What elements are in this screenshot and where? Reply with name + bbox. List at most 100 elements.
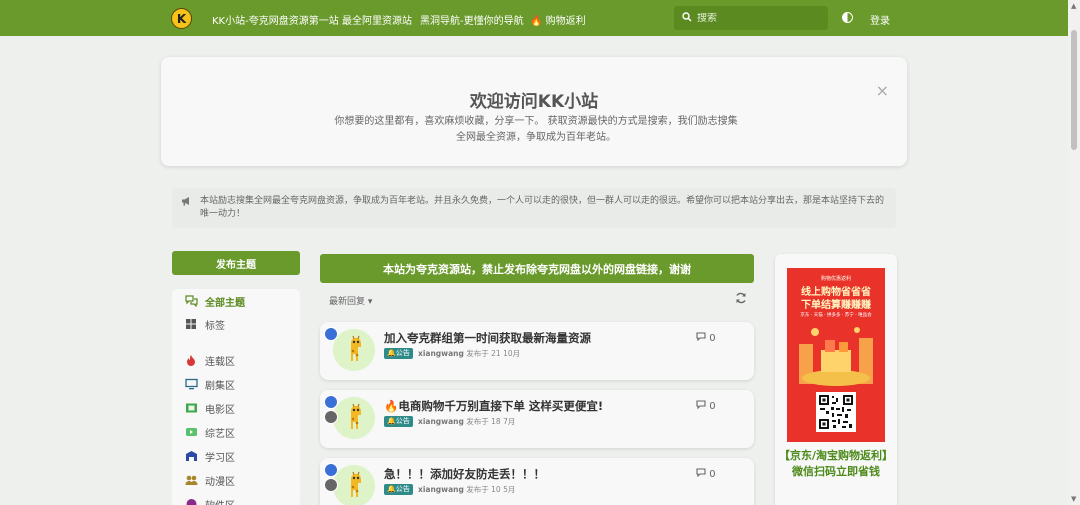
- reply-count-value: 0: [709, 401, 716, 412]
- bell-icon: 🔔: [387, 349, 396, 357]
- poster-platforms: 京东 · 天猫 · 拼多多 · 苏宁 · 唯品会: [800, 313, 872, 318]
- reply-count: 0: [696, 468, 716, 480]
- avatar[interactable]: [333, 465, 375, 505]
- app-icon: [185, 498, 199, 505]
- sort-dropdown[interactable]: 最新回复 ▾: [329, 294, 372, 307]
- theme-toggle-icon[interactable]: [842, 12, 853, 23]
- sidebar-item-tags[interactable]: 标签: [185, 317, 225, 332]
- nav-kk-site[interactable]: KK小站-夸克网盘资源第一站: [212, 12, 339, 27]
- sidebar-item-label: 剧集区: [205, 380, 235, 392]
- ad-caption[interactable]: 【京东/淘宝购物返利】 微信扫码立即省钱: [775, 448, 897, 480]
- scroll-up-icon[interactable]: ▲: [1071, 2, 1076, 10]
- reply-count-value: 0: [709, 469, 716, 480]
- fire-icon: 🔥: [384, 399, 399, 413]
- tag-label: 公告: [395, 417, 410, 425]
- school-icon: [185, 450, 199, 462]
- sidebar-item-study[interactable]: 学习区: [185, 449, 235, 464]
- announcement-text: 本站励志搜集全网最全夸克网盘资源，争取成为百年老站。并且永久免费，一个人可以走的…: [200, 196, 885, 219]
- bell-icon: 🔔: [387, 485, 396, 493]
- close-icon[interactable]: ×: [876, 81, 889, 100]
- topic-meta: xiangwang 发布于 18 7月: [418, 416, 515, 427]
- nav-shopping-rebate[interactable]: 🔥 购物返利: [530, 12, 586, 27]
- tag-label: 公告: [395, 485, 410, 493]
- nav-aliyun-site[interactable]: 最全阿里资源站: [342, 12, 412, 27]
- top-navbar: K KK小站-夸克网盘资源第一站 最全阿里资源站 黑洞导航-更懂你的导航 🔥 购…: [0, 0, 1080, 36]
- sidebar-item-all-topics[interactable]: 全部主题: [185, 294, 245, 309]
- topic-meta: xiangwang 发布于 21 10月: [418, 348, 520, 359]
- author-name[interactable]: xiangwang: [418, 349, 464, 358]
- poster-kicker: 购物优惠返利: [820, 276, 851, 282]
- nav-blackhole[interactable]: 黑洞导航-更懂你的导航: [420, 12, 524, 27]
- tv-icon: [185, 378, 199, 390]
- topic-title[interactable]: 🔥电商购物千万别直接下单 这样买更便宜!: [384, 398, 603, 414]
- welcome-card: 欢迎访问KK小站 你想要的这里都有，喜欢麻烦收藏，分享一下。 获取资源最快的方式…: [161, 57, 907, 166]
- bell-icon: 🔔: [387, 417, 396, 425]
- sidebar-item-series[interactable]: 剧集区: [185, 377, 235, 392]
- topic-card[interactable]: 🔥电商购物千万别直接下单 这样买更便宜! 🔔公告 xiangwang 发布于 1…: [320, 390, 754, 448]
- topic-card[interactable]: 急！！！添加好友防走丢！！！ 🔔公告 xiangwang 发布于 10 5月 0: [320, 458, 754, 505]
- topic-card[interactable]: 加入夸克群组第一时间获取最新海量资源 🔔公告 xiangwang 发布于 21 …: [320, 322, 754, 380]
- sidebar-item-movies[interactable]: 电影区: [185, 401, 235, 416]
- announcement-bar: 本站励志搜集全网最全夸克网盘资源，争取成为百年老站。并且永久免费，一个人可以走的…: [172, 188, 896, 228]
- comment-icon: [696, 332, 709, 344]
- author-name[interactable]: xiangwang: [418, 485, 464, 494]
- post-date: 发布于 18 7月: [466, 417, 516, 426]
- announcement-tag[interactable]: 🔔公告: [384, 484, 413, 495]
- rebate-poster[interactable]: 购物优惠返利 线上购物省省省 下单结算赚赚赚 京东 · 天猫 · 拼多多 · 苏…: [787, 268, 885, 442]
- search-input[interactable]: [697, 12, 817, 24]
- scroll-down-icon[interactable]: ▼: [1071, 495, 1076, 503]
- page-scrollbar[interactable]: ▲ ▼: [1068, 0, 1080, 505]
- avatar[interactable]: [333, 329, 375, 371]
- site-logo[interactable]: K: [171, 8, 192, 29]
- post-topic-button[interactable]: 发布主题: [172, 251, 300, 275]
- shopping-illustration: [799, 327, 873, 386]
- rules-banner: 本站为夸克资源站，禁止发布除夸克网盘以外的网盘链接，谢谢: [320, 254, 754, 283]
- author-name[interactable]: xiangwang: [418, 417, 464, 426]
- announcement-tag[interactable]: 🔔公告: [384, 416, 413, 427]
- announcement-tag[interactable]: 🔔公告: [384, 348, 413, 359]
- sidebar-item-anime[interactable]: 动漫区: [185, 473, 235, 488]
- topic-title[interactable]: 急！！！添加好友防走丢！！！: [384, 466, 545, 482]
- refresh-icon[interactable]: [735, 292, 747, 307]
- film-icon: [185, 402, 199, 414]
- ad-caption-line2: 微信扫码立即省钱: [792, 465, 880, 478]
- sidebar-item-label: 动漫区: [205, 476, 235, 488]
- welcome-title: 欢迎访问KK小站: [469, 92, 599, 112]
- pinned-badge-icon: [324, 395, 338, 409]
- reply-count: 0: [696, 332, 716, 344]
- tag-label: 公告: [395, 349, 410, 357]
- post-date: 发布于 10 5月: [466, 485, 516, 494]
- sidebar-item-software[interactable]: 软件区: [185, 497, 235, 505]
- comment-icon: [696, 468, 709, 480]
- megaphone-icon: [181, 196, 192, 209]
- video-icon: [185, 426, 199, 438]
- sidebar-item-label: 电影区: [205, 404, 235, 416]
- ad-caption-line1: 【京东/淘宝购物返利】: [778, 449, 894, 462]
- category-sidebar: 全部主题 标签 连载区 剧集区 电影区 综艺区 学习区 动漫区: [172, 289, 300, 505]
- sidebar-item-label: 标签: [205, 320, 225, 332]
- search-box[interactable]: [674, 6, 828, 30]
- poster-headline-2: 下单结算赚赚赚: [801, 300, 871, 311]
- sidebar-item-serial[interactable]: 连载区: [185, 353, 235, 368]
- sort-label: 最新回复: [329, 297, 366, 307]
- sidebar-item-variety[interactable]: 综艺区: [185, 425, 235, 440]
- rebate-ad-widget: 购物优惠返利 线上购物省省省 下单结算赚赚赚 京东 · 天猫 · 拼多多 · 苏…: [775, 254, 897, 505]
- nav-shopping-rebate-label: 购物返利: [545, 16, 586, 27]
- login-link[interactable]: 登录: [870, 12, 890, 27]
- search-icon: [682, 11, 692, 25]
- sidebar-item-label: 连载区: [205, 356, 235, 368]
- topic-title-text: 电商购物千万别直接下单 这样买更便宜!: [398, 399, 604, 413]
- scrollbar-thumb[interactable]: [1071, 30, 1077, 150]
- topic-title[interactable]: 加入夸克群组第一时间获取最新海量资源: [384, 330, 591, 346]
- avatar[interactable]: [333, 397, 375, 439]
- reply-count-value: 0: [709, 333, 716, 344]
- sidebar-item-label: 学习区: [205, 452, 235, 464]
- fire-icon: [185, 354, 199, 366]
- qr-code[interactable]: [816, 392, 856, 432]
- pinned-badge-icon: [324, 463, 338, 477]
- post-date: 发布于 21 10月: [466, 349, 521, 358]
- lock-icon: [324, 410, 338, 424]
- lock-icon: [324, 478, 338, 492]
- topic-meta: xiangwang 发布于 10 5月: [418, 484, 515, 495]
- grid-icon: [185, 318, 199, 330]
